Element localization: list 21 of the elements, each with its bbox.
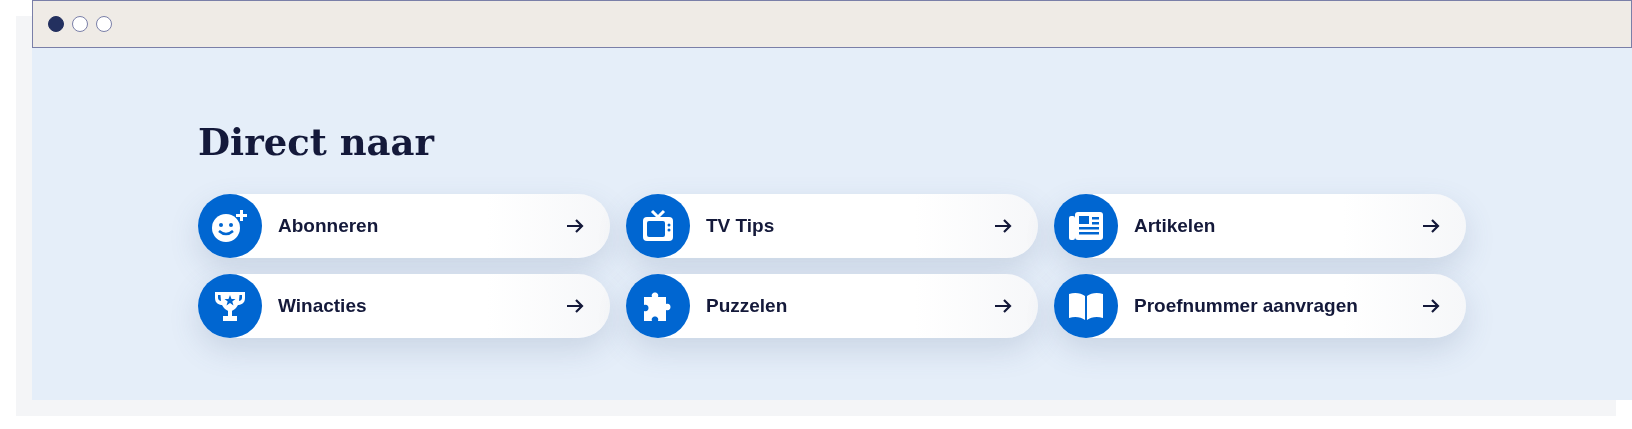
- quick-link-button[interactable]: Abonneren: [198, 194, 610, 259]
- open-book-icon: [1067, 291, 1105, 322]
- quick-link-button[interactable]: Winacties: [198, 274, 610, 339]
- quick-link-button[interactable]: Artikelen: [1054, 194, 1466, 259]
- window-control-dot[interactable]: [72, 16, 88, 32]
- trophy-icon: [212, 289, 248, 324]
- arrow-right-icon: [1422, 298, 1440, 315]
- smiley-plus-icon: [210, 208, 250, 245]
- tv-icon: [641, 209, 675, 244]
- arrow-right-icon: [1422, 218, 1440, 235]
- quick-link-button[interactable]: Proefnummer aanvragen: [1054, 274, 1466, 339]
- window-control-dot[interactable]: [48, 16, 64, 32]
- quick-link-button[interactable]: TV Tips: [626, 194, 1038, 259]
- window-control-dot[interactable]: [96, 16, 112, 32]
- arrow-right-icon: [994, 218, 1012, 235]
- newspaper-icon: [1069, 212, 1103, 241]
- section-heading: Direct naar: [198, 120, 436, 165]
- arrow-right-icon: [566, 218, 584, 235]
- arrow-right-icon: [994, 298, 1012, 315]
- quick-link-button[interactable]: Puzzelen: [626, 274, 1038, 339]
- arrow-right-icon: [566, 298, 584, 315]
